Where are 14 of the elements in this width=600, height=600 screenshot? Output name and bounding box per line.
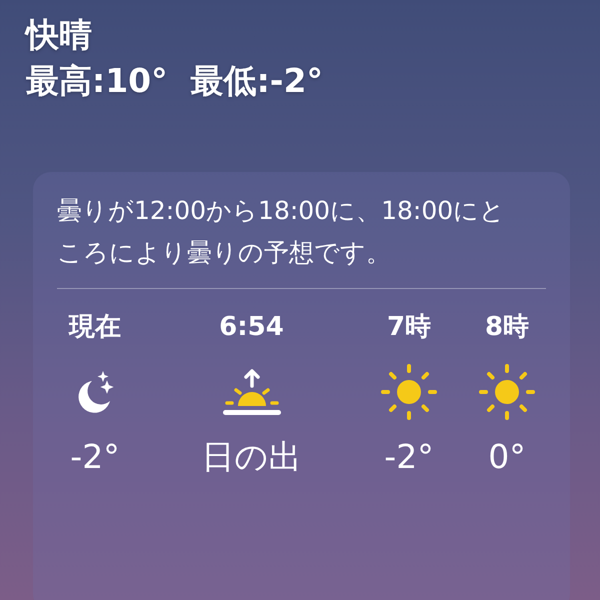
high-low-text: 最高:10° 最低:-2° xyxy=(26,60,323,102)
condition-text: 快晴 xyxy=(26,14,92,56)
hour-label: 8時 xyxy=(484,311,530,344)
hour-label: 7時 xyxy=(386,311,432,344)
hour-label: 6:54 xyxy=(219,311,284,344)
sun-icon xyxy=(380,363,438,421)
hour-label: 現在 xyxy=(69,311,121,344)
sunrise-icon xyxy=(222,366,282,418)
forecast-summary: 曇りが12:00から18:00に、18:00にところにより曇りの予想です。 xyxy=(57,195,506,269)
hour-temperature: -2° xyxy=(70,437,120,477)
sun-icon xyxy=(478,363,536,421)
hour-temperature: -2° xyxy=(384,437,434,477)
hour-temperature: 0° xyxy=(488,437,526,477)
sunrise-label: 日の出 xyxy=(202,437,302,477)
